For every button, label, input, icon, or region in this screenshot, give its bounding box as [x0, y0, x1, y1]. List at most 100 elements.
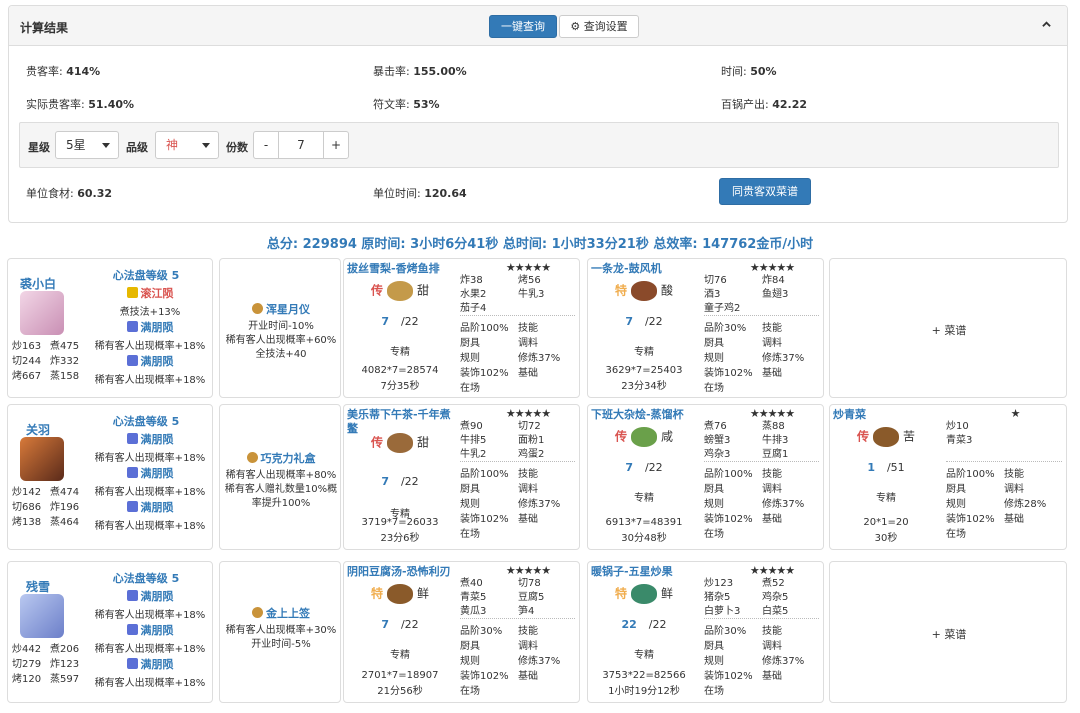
chevron-up-icon[interactable] [1042, 20, 1051, 29]
dish-ingredient: 鸡蛋2 [518, 449, 545, 460]
add-recipe[interactable]: + 菜谱 [830, 322, 1066, 338]
skill-name: 滚江陨 [88, 285, 212, 301]
skill-name: 满朋陨 [88, 588, 212, 604]
skill-desc: 稀有客人出现概率+18% [94, 487, 206, 498]
same-guest-recipe-button[interactable]: 同贵客双菜谱 [719, 178, 811, 205]
dish-qty-value: 1 [867, 461, 875, 474]
dish-attr: 基础 [1004, 514, 1024, 525]
equip-card[interactable]: 巧克力礼盒 稀有客人出现概率+80% 稀有客人赠礼数量10%概率提升100% [219, 404, 341, 550]
skill-desc: 稀有客人出现概率+18% [94, 678, 206, 689]
dish-name[interactable]: 拔丝雪梨-香烤鱼排 [347, 262, 459, 276]
chef-stat: 煮474 [50, 487, 80, 498]
dish-tier-row: 特鲜 [588, 584, 700, 604]
dish-attr: 修炼37% [762, 499, 805, 510]
dish-attr: 基础 [762, 514, 782, 525]
dish-time: 23分6秒 [380, 533, 420, 544]
dish-taste: 甜 [417, 435, 430, 450]
dish-card[interactable]: + 菜谱 [829, 561, 1067, 703]
equip-card[interactable]: 浑星月仪 开业时间-10% 稀有客人出现概率+60% 全技法+40 [219, 258, 341, 398]
dish-qty-max: /22 [644, 315, 663, 328]
grade-select[interactable]: 神 [155, 131, 219, 159]
query-settings-button[interactable]: ⚙ 查询设置 [559, 15, 639, 38]
chef-name[interactable]: 关羽 [12, 421, 64, 438]
equip-block: 金上上签 稀有客人出现概率+30% 开业时间-5% [222, 605, 340, 652]
chef-name[interactable]: 残雪 [12, 578, 64, 595]
query-settings-label: 查询设置 [583, 20, 628, 33]
equip-icon [252, 607, 263, 618]
dish-ingredient: 面粉1 [518, 435, 545, 446]
dish-tier: 传 [370, 435, 383, 450]
query-button[interactable]: 一键查询 [489, 15, 557, 38]
dish-qty[interactable]: 7/22 [344, 475, 456, 488]
dish-attr: 修炼37% [518, 499, 561, 510]
dish-name[interactable]: 下班大杂烩-蒸馏杯 [591, 408, 703, 422]
divider [704, 461, 819, 462]
dish-card[interactable]: 美乐蒂下午茶-千年煮鳖传甜 7/22 专精 3719*7=26033 23分6秒 ★★★★… [343, 404, 580, 550]
dish-qty[interactable]: 22/22 [588, 618, 700, 631]
equip-card[interactable]: 金上上签 稀有客人出现概率+30% 开业时间-5% [219, 561, 341, 703]
equip-icon [252, 303, 263, 314]
star-select[interactable]: 5星 [55, 131, 119, 159]
dish-qty-max: /22 [644, 461, 663, 474]
dish-ingredient: 切72 [518, 421, 541, 432]
dish-qty[interactable]: 7/22 [588, 315, 700, 328]
skill-desc: 稀有客人出现概率+18% [94, 341, 206, 352]
portion-minus-button[interactable]: - [253, 131, 279, 159]
heart-level[interactable]: 心法盘等级 5 [96, 413, 196, 429]
dish-attr: 厨具 [460, 484, 480, 495]
dish-card[interactable]: 拔丝雪梨-香烤鱼排传甜 7/22 专精 4082*7=28574 7分35秒 ★★★★★ 炸… [343, 258, 580, 398]
dish-card[interactable]: 炒青菜传苦 1/51 专精 20*1=20 30秒 ★ 炒10 青菜3 品阶100% 技能 厨具 调料… [829, 404, 1067, 550]
dish-attr: 装饰102% [460, 514, 509, 525]
dish-card[interactable]: 暖锅子-五星炒果特鲜 22/22 专精 3753*22=82566 1小时19分12秒 ★… [587, 561, 824, 703]
dish-icon [387, 433, 413, 453]
dish-card[interactable]: 阴阳豆腐汤-恐怖利刃特鲜 7/22 专精 2701*7=18907 21分56秒 ★★★★… [343, 561, 580, 703]
dish-card[interactable]: + 菜谱 [829, 258, 1067, 398]
dish-qty[interactable]: 7/22 [588, 461, 700, 474]
gem-icon [126, 355, 138, 366]
dish-taste: 鲜 [417, 586, 430, 601]
dish-attr: 调料 [1004, 484, 1024, 495]
chef-stat: 蒸464 [50, 517, 80, 528]
dish-mastery: 专精 [876, 493, 896, 504]
dish-tier-row: 特鲜 [344, 584, 456, 604]
dish-name[interactable]: 一条龙-鼓风机 [591, 262, 703, 276]
skill-item: 满朋陨 稀有客人出现概率+18% [88, 465, 212, 498]
dish-icon [631, 584, 657, 604]
dish-name[interactable]: 暖锅子-五星炒果 [591, 565, 703, 579]
heart-level[interactable]: 心法盘等级 5 [96, 570, 196, 586]
skill-name: 满朋陨 [88, 319, 212, 335]
heart-level[interactable]: 心法盘等级 5 [96, 267, 196, 283]
chef-card[interactable]: 裘小白 炒163 煮475 切244 炸332 烤667 蒸158 心法盘等级 5 滚江陨 煮技法… [7, 258, 213, 398]
dish-name[interactable]: 炒青菜 [833, 408, 945, 422]
dish-ingredient: 煮52 [762, 578, 785, 589]
equip-desc: 开业时间-5% [251, 639, 311, 650]
dish-qty[interactable]: 1/51 [830, 461, 942, 474]
equip-desc: 稀有客人赠礼数量10%概率提升100% [224, 484, 338, 509]
equip-name-text: 巧克力礼盒 [260, 452, 316, 465]
dish-tier-row: 传咸 [588, 427, 700, 447]
dish-qty[interactable]: 7/22 [344, 618, 456, 631]
portion-input[interactable]: 7 [278, 131, 324, 159]
equip-desc: 全技法+40 [255, 349, 307, 360]
dish-name[interactable]: 美乐蒂下午茶-千年煮鳖 [347, 408, 459, 436]
dish-qty-value: 7 [381, 475, 389, 488]
dish-qty-max: /22 [400, 315, 419, 328]
dish-card[interactable]: 一条龙-鼓风机特酸 7/22 专精 3629*7=25403 23分34秒 ★★★★★ 切7… [587, 258, 824, 398]
portion-plus-button[interactable]: + [323, 131, 349, 159]
result-panel: 计算结果 一键查询 ⚙ 查询设置 贵客率: 414% 暴击率: 155.00% … [8, 5, 1068, 223]
add-recipe[interactable]: + 菜谱 [830, 626, 1066, 642]
dish-mastery: 专精 [390, 650, 410, 661]
skill-name-text: 满朋陨 [140, 355, 174, 368]
dish-attr: 品阶30% [460, 626, 503, 637]
dish-icon [387, 281, 413, 301]
skill-name-text: 满朋陨 [140, 658, 174, 671]
dish-card[interactable]: 下班大杂烩-蒸馏杯传咸 7/22 专精 6913*7=48391 30分48秒 ★★★★★… [587, 404, 824, 550]
dish-time: 1小时19分12秒 [608, 686, 680, 697]
dish-name[interactable]: 阴阳豆腐汤-恐怖利刃 [347, 565, 459, 579]
chef-name[interactable]: 裘小白 [12, 275, 64, 292]
dish-attr: 修炼37% [518, 353, 561, 364]
chef-card[interactable]: 关羽 炒142 煮474 切686 炸196 烤138 蒸464 心法盘等级 5 满朋陨 稀有客人… [7, 404, 213, 550]
dish-ingredient: 豆腐1 [762, 449, 789, 460]
chef-card[interactable]: 残雪 炒442 煮206 切279 炸123 烤120 蒸597 心法盘等级 5 满朋陨 稀有客人… [7, 561, 213, 703]
dish-qty[interactable]: 7/22 [344, 315, 456, 328]
